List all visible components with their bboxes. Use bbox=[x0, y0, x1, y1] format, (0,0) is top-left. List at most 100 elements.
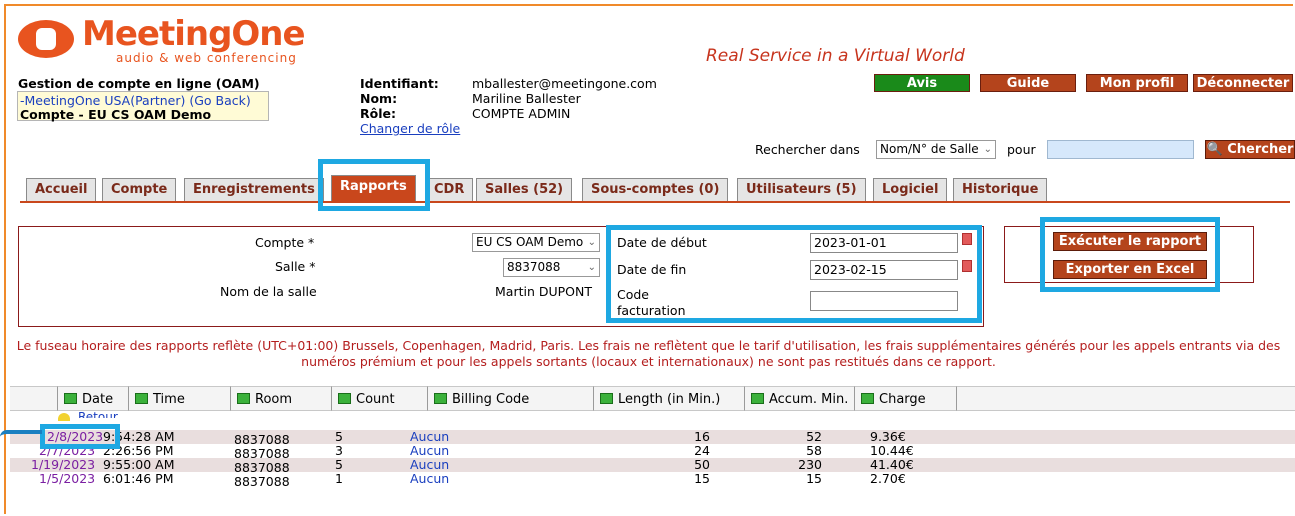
col-accum-min[interactable]: Accum. Min. bbox=[745, 386, 855, 411]
date-cell[interactable]: 1/19/2023 bbox=[31, 458, 95, 472]
col-date[interactable]: Date bbox=[58, 386, 129, 411]
search-button[interactable]: 🔍 Chercher bbox=[1205, 140, 1295, 159]
length-cell: 24 bbox=[694, 443, 710, 458]
charge-cell: 2.70€ bbox=[870, 471, 906, 486]
tagline: Real Service in a Virtual World bbox=[706, 46, 965, 66]
length-cell: 16 bbox=[694, 429, 710, 444]
column-icon bbox=[237, 393, 250, 404]
account-label: Compte * bbox=[255, 235, 315, 250]
time-cell: 9:55:00 AM bbox=[103, 457, 175, 472]
highlight-date-range bbox=[606, 225, 982, 323]
back-icon[interactable] bbox=[58, 413, 70, 421]
count-cell: 5 bbox=[335, 457, 343, 472]
notice-line-2: numéros prémium et pour les appels sorta… bbox=[301, 354, 996, 369]
col-length[interactable]: Length (in Min.) bbox=[594, 386, 745, 411]
brand-subtitle: audio & web conferencing bbox=[116, 51, 297, 65]
avis-button[interactable]: Avis bbox=[874, 74, 970, 92]
accum-cell: 58 bbox=[806, 443, 822, 458]
tab-enregistrements[interactable]: Enregistrements bbox=[184, 178, 324, 201]
col-time[interactable]: Time bbox=[129, 386, 231, 411]
role-label: Rôle: bbox=[360, 106, 396, 121]
room-name-value: Martin DUPONT bbox=[495, 284, 592, 299]
room-name-label: Nom de la salle bbox=[220, 284, 317, 299]
meetingone-logo-icon bbox=[18, 20, 74, 58]
charge-cell: 41.40€ bbox=[870, 457, 914, 472]
room-label: Salle * bbox=[275, 259, 316, 274]
tab-historique[interactable]: Historique bbox=[953, 178, 1048, 201]
table-row: 2/7/2023 2:26:56 PM 8837088 3 Aucun 24 58 10.44… bbox=[10, 443, 1295, 461]
column-icon bbox=[135, 393, 148, 404]
length-cell: 15 bbox=[694, 471, 710, 486]
highlight-date-cell bbox=[40, 424, 120, 449]
column-icon bbox=[861, 393, 874, 404]
column-icon bbox=[338, 393, 351, 404]
billing-cell[interactable]: Aucun bbox=[410, 430, 449, 444]
notice-line-1: Le fuseau horaire des rapports reflète (… bbox=[16, 338, 1281, 353]
charge-cell: 9.36€ bbox=[870, 429, 906, 444]
table-row: 1/19/2023 9:55:00 AM 8837088 5 Aucun 50 230 41.… bbox=[10, 457, 1295, 475]
account-select-value: EU CS OAM Demo bbox=[476, 235, 584, 249]
role-value: COMPTE ADMIN bbox=[472, 106, 571, 121]
tab-logiciel[interactable]: Logiciel bbox=[873, 178, 948, 201]
search-input[interactable] bbox=[1047, 140, 1194, 159]
length-cell: 50 bbox=[694, 457, 710, 472]
account-box: -MeetingOne USA(Partner) (Go Back) Compt… bbox=[17, 91, 269, 122]
highlight-rapports bbox=[318, 159, 430, 211]
partner-link[interactable]: -MeetingOne USA(Partner) (Go Back) bbox=[20, 93, 251, 108]
tab-cdr[interactable]: CDR bbox=[425, 178, 474, 201]
date-cell[interactable]: 1/5/2023 bbox=[39, 472, 95, 486]
profile-button[interactable]: Mon profil bbox=[1086, 74, 1188, 92]
account-name: Compte - EU CS OAM Demo bbox=[20, 107, 212, 122]
col-billing-code[interactable]: Billing Code bbox=[428, 386, 594, 411]
charge-cell: 10.44€ bbox=[870, 443, 914, 458]
accum-cell: 15 bbox=[806, 471, 822, 486]
column-icon bbox=[434, 393, 447, 404]
count-cell: 3 bbox=[335, 443, 343, 458]
search-button-label: Chercher bbox=[1227, 142, 1294, 157]
accum-cell: 52 bbox=[806, 429, 822, 444]
chevron-down-icon: ⌄ bbox=[587, 262, 596, 273]
name-value: Mariline Ballester bbox=[472, 91, 581, 106]
room-select[interactable]: 8837088 ⌄ bbox=[503, 258, 600, 277]
count-cell: 5 bbox=[335, 429, 343, 444]
accum-cell: 230 bbox=[798, 457, 822, 472]
chevron-down-icon: ⌄ bbox=[587, 237, 596, 248]
row-selector-header bbox=[10, 386, 58, 411]
change-role-link[interactable]: Changer de rôle bbox=[360, 121, 460, 136]
table-row: 1/5/2023 6:01:46 PM 8837088 1 Aucun 15 15 2.70€ bbox=[10, 471, 1295, 489]
id-value: mballester@meetingone.com bbox=[472, 76, 657, 91]
col-room[interactable]: Room bbox=[231, 386, 332, 411]
billing-cell[interactable]: Aucun bbox=[410, 444, 449, 458]
brand-name: MeetingOne bbox=[82, 14, 306, 54]
id-label: Identifiant: bbox=[360, 76, 439, 91]
guide-button[interactable]: Guide bbox=[980, 74, 1076, 92]
column-icon bbox=[600, 393, 613, 404]
header-filler bbox=[957, 386, 1295, 411]
table-row: 2/8/2023 9:54:28 AM 8837088 5 Aucun 16 52 9.36€ bbox=[10, 429, 1295, 447]
room-cell: 8837088 bbox=[234, 474, 290, 489]
billing-cell[interactable]: Aucun bbox=[410, 458, 449, 472]
col-count[interactable]: Count bbox=[332, 386, 428, 411]
chevron-down-icon: ⌄ bbox=[983, 144, 992, 155]
logout-button[interactable]: Déconnecter bbox=[1193, 74, 1293, 92]
section-title: Gestion de compte en ligne (OAM) bbox=[18, 76, 260, 91]
tab-salles[interactable]: Salles (52) bbox=[476, 178, 573, 201]
tab-compte[interactable]: Compte bbox=[102, 178, 177, 201]
back-link[interactable]: Retour bbox=[78, 411, 118, 418]
search-scope-select[interactable]: Nom/N° de Salle ⌄ bbox=[876, 140, 996, 159]
annotation-arrow bbox=[0, 430, 42, 437]
name-label: Nom: bbox=[360, 91, 398, 106]
account-select[interactable]: EU CS OAM Demo ⌄ bbox=[472, 233, 600, 252]
column-icon bbox=[751, 393, 764, 404]
room-select-value: 8837088 bbox=[507, 260, 561, 274]
time-cell: 6:01:46 PM bbox=[103, 471, 174, 486]
tab-sous-comptes[interactable]: Sous-comptes (0) bbox=[582, 178, 729, 201]
billing-cell[interactable]: Aucun bbox=[410, 472, 449, 486]
tab-utilisateurs[interactable]: Utilisateurs (5) bbox=[737, 178, 866, 201]
search-scope-value: Nom/N° de Salle bbox=[880, 142, 979, 156]
tab-underline bbox=[20, 201, 1290, 203]
search-for-label: pour bbox=[1007, 142, 1036, 157]
col-charge[interactable]: Charge bbox=[855, 386, 957, 411]
tab-accueil[interactable]: Accueil bbox=[26, 178, 97, 201]
column-icon bbox=[64, 393, 77, 404]
